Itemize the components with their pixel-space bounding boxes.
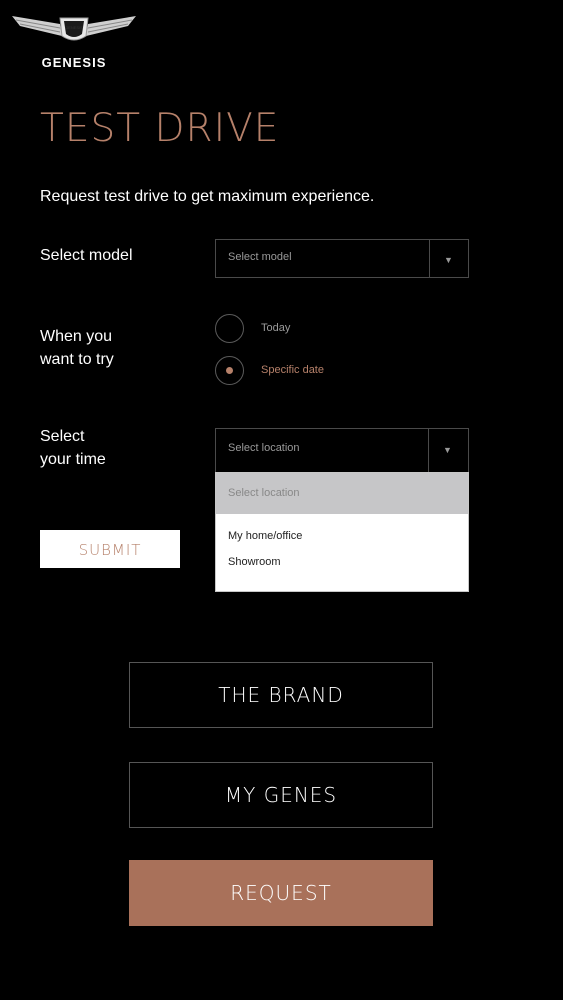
when-label-line1: When you [40,328,113,345]
location-select[interactable]: Select location ▼ [215,428,469,473]
dropdown-header-label: Select location [228,487,300,499]
brand-name: GENESIS [41,55,107,70]
location-dropdown-menu: Select location My home/office Showroom [215,472,469,592]
wings-logo-icon [12,16,136,41]
location-select-arrow-button[interactable]: ▼ [428,429,468,472]
request-button[interactable]: REQUEST [129,860,433,926]
intro-text: Request test drive to get maximum experi… [40,188,375,205]
radio-today-label[interactable]: Today [261,322,290,334]
radio-specific-date[interactable] [215,356,244,385]
my-genes-button[interactable]: MY GENES [129,762,433,828]
time-label: Select your time [40,425,106,471]
when-label-line2: want to try [40,351,114,368]
test-drive-page: GENESIS GENESIS TEST DRIVE Request test … [0,0,563,1000]
chevron-down-icon: ▼ [443,445,452,455]
submit-button[interactable]: SUBMIT [40,530,180,568]
model-select-value: Select model [228,251,292,263]
model-select[interactable]: Select model ▼ [215,239,469,278]
submit-button-label: SUBMIT [78,541,142,559]
dropdown-header[interactable]: Select location [216,473,468,514]
when-label: When you want to try [40,325,114,371]
select-model-label: Select model [40,247,133,264]
model-select-arrow-button[interactable]: ▼ [429,240,468,277]
radio-today[interactable] [215,314,244,343]
the-brand-button[interactable]: THE BRAND [129,662,433,728]
chevron-down-icon: ▼ [444,255,453,265]
radio-specific-date-label[interactable]: Specific date [261,364,324,376]
dropdown-option-showroom[interactable]: Showroom [228,556,281,568]
dropdown-option-home-office[interactable]: My home/office [228,530,302,542]
logo-seal-text: GENESIS [65,25,83,30]
location-select-value: Select location [228,442,300,454]
radio-selected-dot [226,367,233,374]
time-label-line2: your time [40,451,106,468]
genesis-logo[interactable]: GENESIS GENESIS [10,10,138,74]
page-title: TEST DRIVE [40,106,280,151]
time-label-line1: Select [40,428,85,445]
